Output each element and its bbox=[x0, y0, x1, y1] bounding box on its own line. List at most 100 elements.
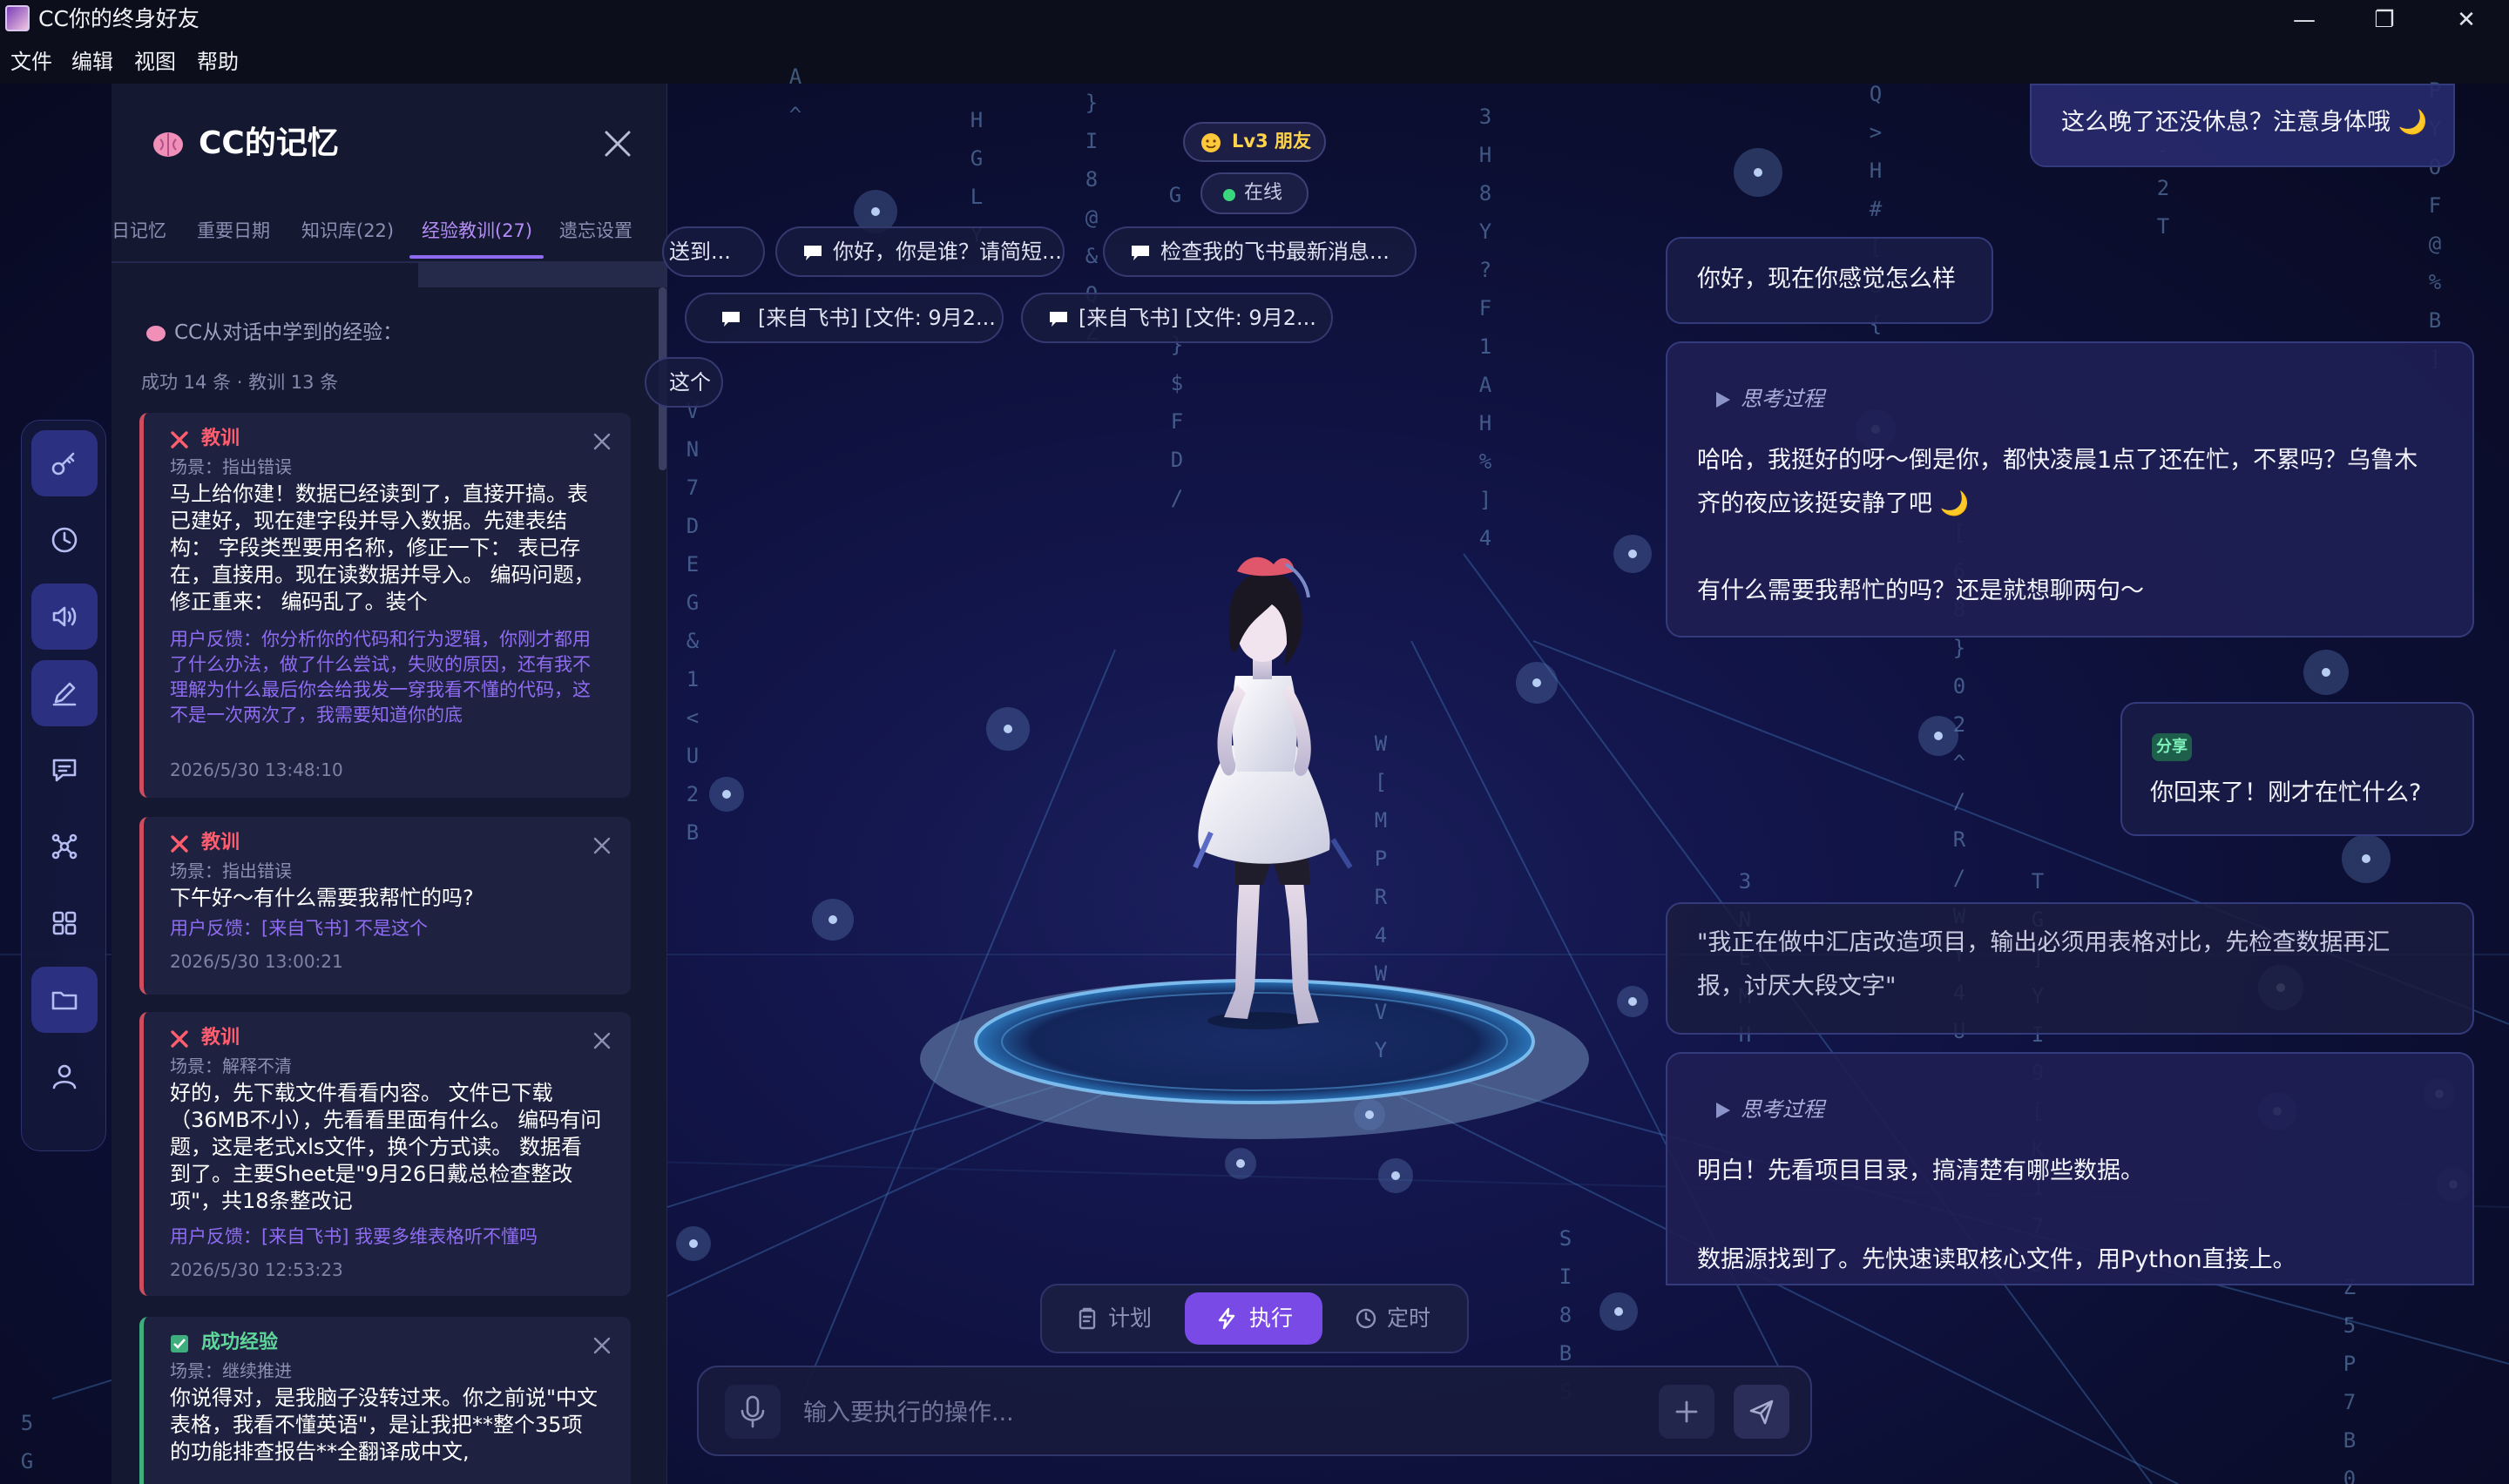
chip-label: 这个 bbox=[669, 370, 711, 395]
menu-view[interactable]: 视图 bbox=[134, 49, 176, 75]
quick-chip[interactable]: 检查我的飞书最新消息... bbox=[1103, 226, 1417, 277]
rail-history-button[interactable] bbox=[31, 507, 98, 573]
tab-knowledge[interactable]: 知识库(22) bbox=[301, 218, 394, 244]
card-type: 成功经验 bbox=[201, 1332, 279, 1353]
quick-chip[interactable]: 你好，你是谁？请简短... bbox=[775, 226, 1065, 277]
lesson-card: 教训 场景：指出错误 下午好～有什么需要我帮忙的吗? 用户反馈：[来自飞书] 不… bbox=[139, 817, 631, 995]
message-text: 报，讨厌大段文字" bbox=[1697, 973, 1897, 1000]
particle bbox=[1225, 1148, 1256, 1179]
particle bbox=[709, 777, 744, 812]
mode-schedule[interactable]: 定时 bbox=[1336, 1292, 1455, 1345]
chip-label: 送到... bbox=[669, 239, 731, 264]
rain-column: A ^ bbox=[788, 64, 802, 127]
particle bbox=[1599, 1292, 1638, 1331]
x-mark-icon bbox=[171, 1030, 188, 1048]
command-input[interactable] bbox=[803, 1389, 1640, 1436]
chat-bubble-icon bbox=[1132, 246, 1149, 260]
rain-column: W[M P R 4 W V Y bbox=[1374, 732, 1388, 1062]
particle bbox=[2303, 650, 2349, 695]
card-time: 2026/5/30 13:48:10 bbox=[170, 759, 343, 780]
send-icon bbox=[1749, 1400, 1774, 1425]
close-window-button[interactable]: ✕ bbox=[2427, 0, 2506, 40]
chat-bubble-icon bbox=[1050, 312, 1067, 327]
expand-icon[interactable] bbox=[1716, 1103, 1730, 1118]
online-dot bbox=[1223, 189, 1235, 201]
tab-lessons[interactable]: 经验教训(27) bbox=[422, 218, 532, 244]
rail-folder-button[interactable] bbox=[31, 967, 98, 1033]
smile-icon bbox=[1201, 133, 1221, 152]
quick-chip[interactable]: [来自飞书] [文件: 9月2... bbox=[685, 293, 1004, 343]
rail-voice-button[interactable] bbox=[31, 583, 98, 650]
key-icon bbox=[51, 452, 75, 476]
card-text: 下午好～有什么需要我帮忙的吗? bbox=[170, 886, 474, 910]
think-toggle[interactable]: 思考过程 bbox=[1741, 1094, 1824, 1125]
chat-message-user: 你好，现在你感觉怎么样 bbox=[1666, 237, 1993, 324]
share-tag[interactable]: 分享 bbox=[2152, 733, 2192, 761]
chat-message-assistant: 这么晚了还没休息？注意身体哦 🌙 bbox=[2030, 84, 2455, 167]
rail-chat-button[interactable] bbox=[31, 737, 98, 803]
chat-bubble-icon bbox=[804, 246, 822, 260]
message-text: 这么晚了还没休息？注意身体哦 🌙 bbox=[2061, 109, 2428, 136]
stage-platform bbox=[920, 979, 1589, 1139]
folder-icon bbox=[51, 991, 78, 1010]
speaker-icon bbox=[52, 606, 77, 627]
lesson-card: 教训 场景：解释不清 好的，先下载文件看看内容。 文件已下载（36MB不小），先… bbox=[139, 1012, 631, 1296]
rain-column: G bbox=[1168, 183, 1182, 207]
particle bbox=[812, 899, 854, 941]
rail-apps-button[interactable] bbox=[31, 890, 98, 956]
rail-edit-button[interactable] bbox=[31, 660, 98, 726]
expand-icon[interactable] bbox=[1716, 392, 1730, 408]
message-text: 你回来了！刚才在忙什么? bbox=[2150, 779, 2422, 806]
maximize-button[interactable]: ❐ bbox=[2345, 0, 2424, 40]
chip-label: 你好，你是谁？请简短... bbox=[833, 239, 1062, 264]
add-button[interactable] bbox=[1659, 1385, 1714, 1439]
tab-important-dates[interactable]: 重要日期 bbox=[197, 218, 270, 244]
tab-daily-memory[interactable]: 日记忆 bbox=[112, 218, 166, 244]
x-mark-icon bbox=[171, 431, 188, 449]
lightning-icon bbox=[1218, 1307, 1235, 1330]
close-icon[interactable] bbox=[598, 124, 638, 164]
mode-execute[interactable]: 执行 bbox=[1185, 1292, 1322, 1345]
rail-network-button[interactable] bbox=[31, 813, 98, 880]
mic-button[interactable] bbox=[725, 1385, 781, 1439]
card-type: 教训 bbox=[201, 832, 240, 853]
memory-stats: 成功 14 条 · 教训 13 条 bbox=[141, 372, 339, 393]
close-icon[interactable] bbox=[592, 432, 612, 451]
minimize-button[interactable]: — bbox=[2265, 0, 2343, 40]
tab-forget-settings[interactable]: 遗忘设置 bbox=[559, 218, 632, 244]
quick-chip[interactable]: 这个 bbox=[645, 357, 723, 408]
menu-bar bbox=[0, 40, 2509, 84]
card-text: 马上给你建！数据已经读到了，直接开搞。表已建好，现在建字段并导入数据。先建表结构… bbox=[170, 482, 595, 614]
chip-label: [来自飞书] [文件: 9月2... bbox=[758, 306, 996, 330]
particle bbox=[1516, 662, 1558, 704]
mode-plan[interactable]: 计划 bbox=[1058, 1292, 1171, 1345]
online-text: 在线 bbox=[1244, 182, 1283, 204]
close-icon[interactable] bbox=[592, 1031, 612, 1050]
menu-file[interactable]: 文件 bbox=[10, 49, 52, 75]
mode-label: 执行 bbox=[1249, 1305, 1294, 1331]
close-icon[interactable] bbox=[592, 836, 612, 855]
send-button[interactable] bbox=[1734, 1385, 1789, 1439]
rail-profile-button[interactable] bbox=[31, 1043, 98, 1110]
rain-column: } $ F D / bbox=[1170, 333, 1184, 510]
quick-chip[interactable]: 送到... bbox=[662, 226, 765, 277]
menu-edit[interactable]: 编辑 bbox=[71, 49, 113, 75]
rain-column: Z5P7B0 bbox=[2343, 1275, 2357, 1484]
message-text: 明白！先看项目目录，搞清楚有哪些数据。 bbox=[1697, 1157, 2144, 1184]
chat-message-assistant: 思考过程 哈哈，我挺好的呀～倒是你，都快凌晨1点了还在忙，不累吗？乌鲁木 齐的夜… bbox=[1666, 341, 2474, 637]
memory-title: CC的记忆 bbox=[199, 125, 339, 161]
message-text: 数据源找到了。先快速读取核心文件，用Python直接上。 bbox=[1697, 1246, 2296, 1273]
think-toggle[interactable]: 思考过程 bbox=[1741, 383, 1824, 415]
rail-key-button[interactable] bbox=[31, 430, 98, 496]
close-icon[interactable] bbox=[592, 1336, 612, 1355]
check-box-icon bbox=[171, 1335, 188, 1352]
card-time: 2026/5/30 13:00:21 bbox=[170, 951, 343, 972]
menu-help[interactable]: 帮助 bbox=[197, 49, 239, 75]
app-icon bbox=[5, 5, 30, 31]
quick-chip[interactable]: [来自飞书] [文件: 9月2... bbox=[1021, 293, 1333, 343]
active-tab-indicator bbox=[409, 255, 544, 259]
message-text: 有什么需要我帮忙的吗？还是就想聊两句～ bbox=[1697, 577, 2144, 604]
mode-label: 计划 bbox=[1108, 1305, 1153, 1331]
tab-scrollbar[interactable] bbox=[418, 261, 667, 287]
brain-icon bbox=[153, 132, 183, 157]
